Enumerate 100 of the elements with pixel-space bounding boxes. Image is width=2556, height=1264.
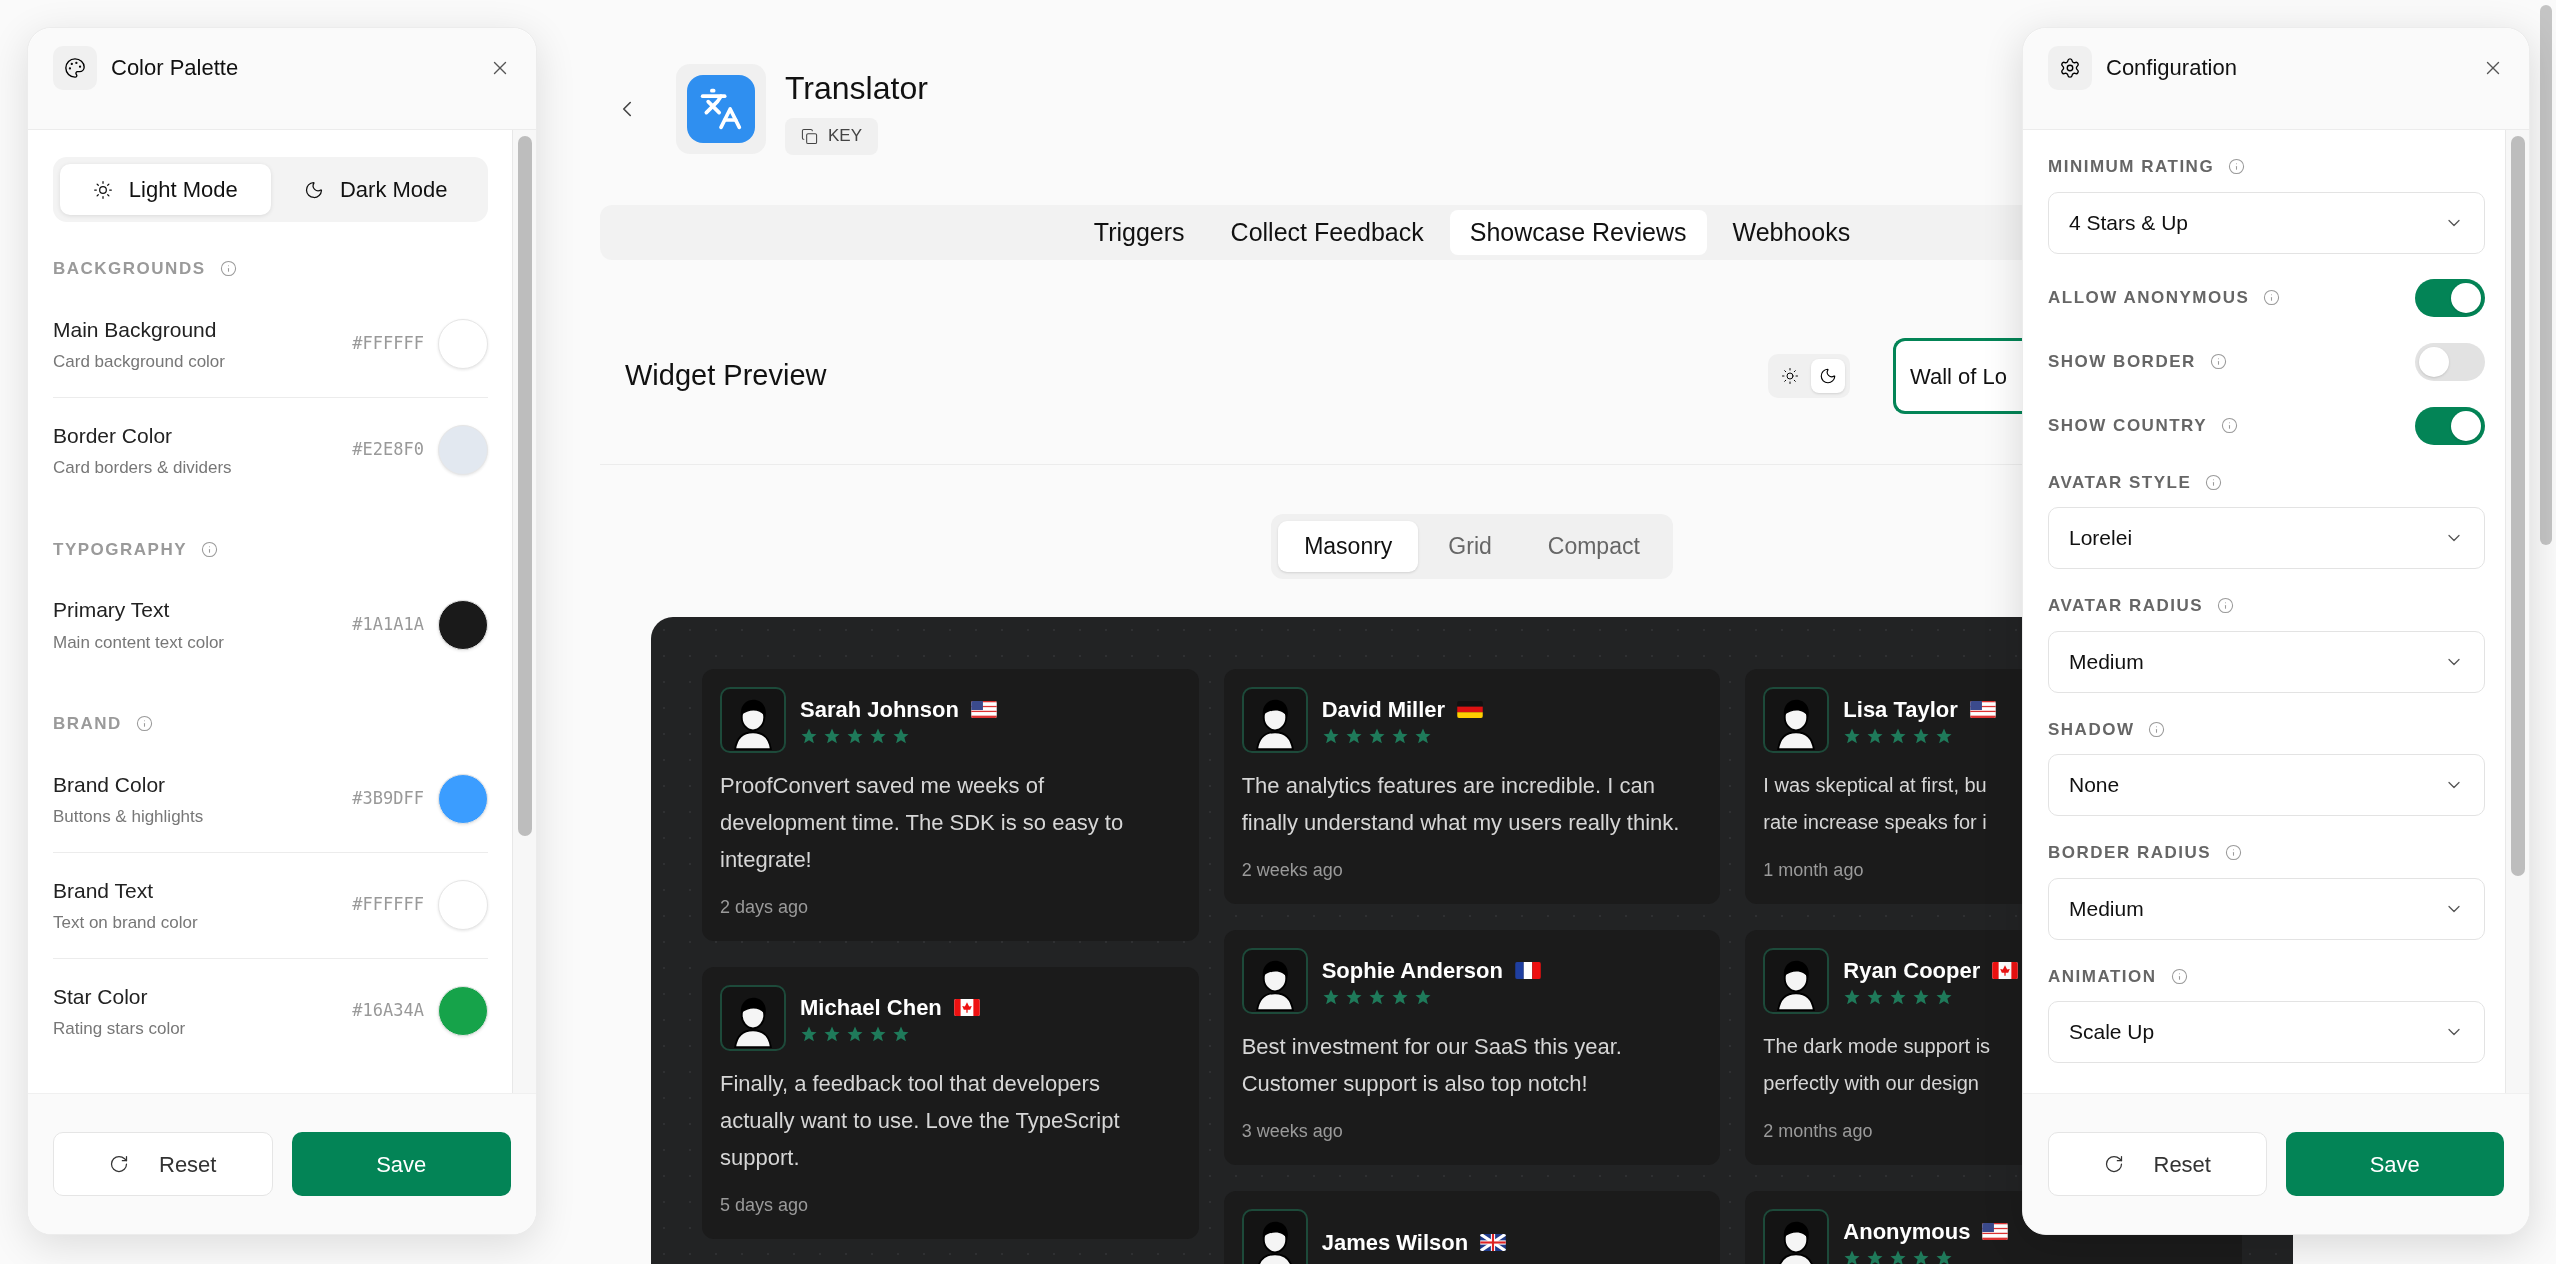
info-icon[interactable] [201,540,219,558]
reviewer-name: Ryan Cooper [1843,956,1981,984]
reset-icon [109,1154,129,1174]
layout-select[interactable]: Wall of Lo [1893,338,2022,414]
color-swatch[interactable] [438,599,488,650]
review-text: The analytics features are incredible. I can finally understand what my users really think. [1241,772,1681,837]
hex-value: #FFFFFF [352,893,424,917]
info-icon[interactable] [219,260,237,278]
hex-value: #1A1A1A [352,612,424,636]
info-icon[interactable] [2148,720,2166,738]
avatar-icon [720,985,786,1051]
field-label: AVATAR STYLE [2048,471,2192,494]
theme-button[interactable] [1811,359,1845,393]
hex-value: #FFFFFF [352,332,424,356]
section-title: BACKGROUNDS [53,258,206,280]
color-swatch[interactable] [438,319,488,369]
color-swatch[interactable] [438,880,488,930]
select-field[interactable]: Scale Up [2048,1001,2485,1063]
select-field[interactable]: Lorelei [2048,507,2485,569]
info-icon[interactable] [2205,473,2223,491]
review-time: 5 days ago [720,1194,809,1217]
tab[interactable]: Showcase Reviews [1449,210,1707,255]
review-text: Finally, a feedback tool that developers actually want to use. Love the TypeScript support. [720,1070,1121,1172]
review-time: 3 weeks ago [1241,1120,1343,1143]
flag-icon [953,998,980,1016]
reviewer-name: Sarah Johnson [800,695,959,723]
color-swatch[interactable] [438,986,488,1036]
info-icon[interactable] [2217,597,2235,615]
color-description: Buttons & highlights [53,806,205,828]
review-text: rate increase speaks for i [1763,810,1987,835]
select-field[interactable]: None [2048,754,2485,816]
moon-icon [1819,367,1837,385]
reviewer-name: Anonymous [1843,1217,1971,1245]
layout-tab[interactable]: Compact [1521,521,1666,572]
scrollbar-thumb[interactable] [2510,136,2525,876]
section-title: TYPOGRAPHY [53,538,188,561]
color-description: Card background color [53,351,226,373]
palette-icon [64,57,86,79]
field-label: ANIMATION [2048,965,2157,988]
info-icon[interactable] [2209,353,2227,370]
field-label: AVATAR RADIUS [2048,595,2204,617]
color-name: Border Color [53,422,174,449]
select-field[interactable]: 4 Stars & Up [2048,191,2485,254]
tab[interactable]: Collect Feedback [1210,210,1444,255]
color-swatch[interactable] [438,425,488,475]
tab[interactable]: Triggers [1073,210,1205,255]
layout-tab[interactable]: Grid [1422,521,1518,572]
toggle-switch[interactable] [2415,406,2485,445]
color-name: Star Color [53,983,149,1010]
info-icon[interactable] [2170,967,2188,985]
panel-title: Configuration [2106,54,2238,82]
review-time: 2 months ago [1763,1120,1873,1143]
app-name: Translator [785,68,928,108]
field-label: BORDER RADIUS [2048,842,2212,864]
save-button[interactable]: Save [2285,1132,2504,1196]
info-icon[interactable] [2263,289,2281,306]
reviewer-name: Sophie Anderson [1321,956,1503,984]
reset-button[interactable]: Reset [2048,1132,2267,1196]
reset-button[interactable]: Reset [53,1132,273,1196]
reviewer-name: Michael Chen [800,993,942,1021]
page-scrollbar-thumb[interactable] [2540,5,2552,545]
sun-icon [92,179,113,200]
copy-key-button[interactable]: KEY [785,117,879,155]
hex-value: #E2E8F0 [352,438,424,462]
mode-tab[interactable]: Light Mode [60,164,271,215]
info-icon[interactable] [2221,417,2239,434]
review-time: 1 month ago [1763,859,1864,882]
reset-icon [2103,1154,2124,1174]
save-button[interactable]: Save [291,1132,511,1196]
select-field[interactable]: Medium [2048,877,2485,940]
reviewer-name: James Wilson [1321,1228,1469,1256]
mode-tab[interactable]: Dark Mode [270,164,481,215]
info-icon[interactable] [2225,844,2243,862]
flag-icon [1457,700,1484,718]
section-title: BRAND [53,713,122,735]
flag-icon [1982,1222,2009,1240]
color-name: Brand Color [53,771,167,798]
layout-tab[interactable]: Masonry [1278,521,1419,572]
flag-icon [970,700,997,718]
toggle-switch[interactable] [2415,278,2485,317]
settings-icon [2059,57,2081,79]
translate-icon [699,87,743,131]
select-field[interactable]: Medium [2048,630,2485,693]
avatar-icon [720,687,786,753]
tab[interactable]: Webhooks [1712,210,1871,255]
hex-value: #16A34A [352,999,424,1023]
color-name: Main Background [53,316,218,343]
color-swatch[interactable] [438,774,488,824]
flag-icon [1480,1233,1507,1251]
review-time: 2 weeks ago [1241,859,1343,882]
avatar-icon [1241,687,1308,753]
review-text: perfectly with our design [1763,1071,1979,1096]
toggle-switch[interactable] [2415,342,2485,381]
info-icon[interactable] [2228,158,2246,176]
hex-value: #3B9DFF [352,787,424,811]
sun-icon [1781,367,1799,385]
info-icon[interactable] [135,715,153,733]
widget-preview-title: Widget Preview [625,358,828,394]
color-name: Brand Text [53,877,154,904]
scrollbar-thumb[interactable] [517,136,532,836]
